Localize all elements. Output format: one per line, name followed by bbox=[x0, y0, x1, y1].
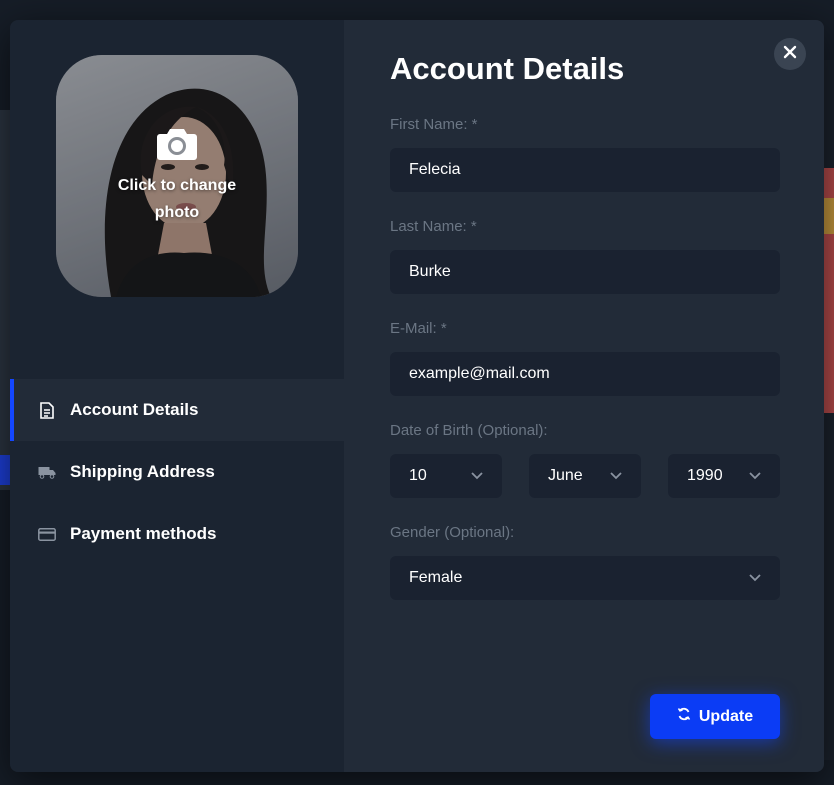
first-name-label: First Name: * bbox=[390, 116, 478, 133]
sidebar-item-payment-methods[interactable]: Payment methods bbox=[10, 503, 344, 565]
change-photo-label: Click to change photo bbox=[117, 176, 237, 221]
dob-day-value: 10 bbox=[409, 467, 427, 484]
actions: Update bbox=[650, 694, 780, 739]
dob-year-select[interactable]: 1990 bbox=[668, 454, 780, 498]
sidebar-item-label: Payment methods bbox=[70, 524, 217, 543]
page-title: Account Details bbox=[390, 51, 625, 86]
gender-value: Female bbox=[409, 569, 463, 586]
update-button-label: Update bbox=[698, 707, 754, 725]
credit-card-icon bbox=[38, 525, 56, 543]
dob-year-value: 1990 bbox=[687, 467, 723, 484]
sidebar-item-account-details[interactable]: Account Details bbox=[10, 379, 344, 441]
gender-label: Gender (Optional): bbox=[390, 524, 515, 541]
first-name-group: First Name: * Felecia bbox=[390, 116, 780, 192]
chevron-down-icon bbox=[471, 467, 483, 485]
chevron-down-icon bbox=[749, 569, 761, 587]
last-name-label: Last Name: * bbox=[390, 218, 477, 235]
first-name-field[interactable]: Felecia bbox=[390, 148, 780, 192]
gender-group: Gender (Optional): Female bbox=[390, 524, 780, 600]
background-card-left bbox=[0, 110, 10, 490]
dob-label: Date of Birth (Optional): bbox=[390, 422, 548, 439]
truck-icon bbox=[38, 463, 56, 481]
sidebar-nav: Account Details Shipping Address Payment… bbox=[10, 379, 344, 565]
chevron-down-icon bbox=[610, 467, 622, 485]
chevron-down-icon bbox=[749, 467, 761, 485]
sidebar-item-shipping-address[interactable]: Shipping Address bbox=[10, 441, 344, 503]
dob-day-select[interactable]: 10 bbox=[390, 454, 502, 498]
modal-sidebar: Click to change photo Account Details Sh… bbox=[10, 20, 344, 772]
last-name-field[interactable]: Burke bbox=[390, 250, 780, 294]
background-accent-left bbox=[0, 455, 10, 485]
sidebar-item-label: Account Details bbox=[70, 400, 199, 419]
modal-content: Account Details First Name: * Felecia La… bbox=[344, 20, 824, 772]
last-name-group: Last Name: * Burke bbox=[390, 218, 780, 294]
sidebar-item-label: Shipping Address bbox=[70, 462, 215, 481]
refresh-icon bbox=[677, 707, 699, 726]
dob-group: Date of Birth (Optional): 10 June 1990 bbox=[390, 422, 780, 498]
update-button[interactable]: Update bbox=[650, 694, 780, 739]
dob-month-select[interactable]: June bbox=[529, 454, 641, 498]
account-modal: Click to change photo Account Details Sh… bbox=[10, 20, 824, 772]
close-icon bbox=[783, 45, 797, 64]
dob-month-value: June bbox=[548, 467, 583, 484]
close-button[interactable] bbox=[774, 38, 806, 70]
background-banner-stripe bbox=[824, 198, 834, 234]
gender-select[interactable]: Female bbox=[390, 556, 780, 600]
change-photo-overlay[interactable]: Click to change photo bbox=[56, 55, 298, 297]
email-group: E-Mail: * example@mail.com bbox=[390, 320, 780, 396]
email-field[interactable]: example@mail.com bbox=[390, 352, 780, 396]
document-icon bbox=[38, 401, 56, 419]
dob-selects: 10 June 1990 bbox=[390, 454, 780, 498]
camera-icon bbox=[156, 127, 198, 166]
profile-photo[interactable]: Click to change photo bbox=[56, 55, 298, 297]
email-label: E-Mail: * bbox=[390, 320, 447, 337]
